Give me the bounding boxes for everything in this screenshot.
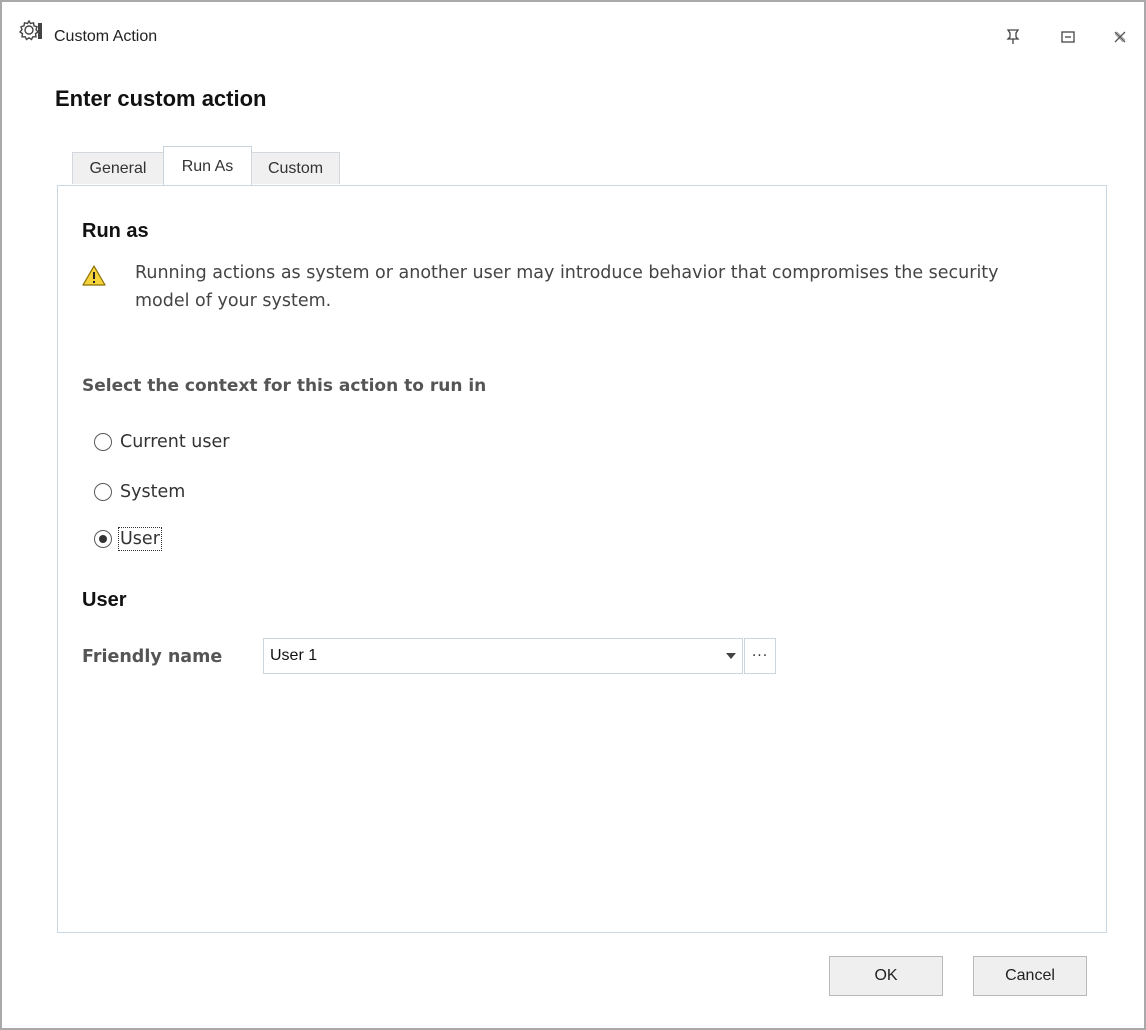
run-as-title: Run as [82,220,149,242]
browse-button[interactable]: ··· [744,638,776,674]
radio-system[interactable]: System [94,479,185,505]
radio-user[interactable]: User [94,526,162,552]
dialog-heading: Enter custom action [55,86,267,111]
warning-icon [82,265,106,286]
radio-label: User [118,527,162,551]
pin-icon [1006,29,1020,44]
tab-custom[interactable]: Custom [251,152,340,184]
friendly-name-value: User 1 [270,647,318,664]
user-title: User [82,589,127,611]
tab-run-as[interactable]: Run As [163,146,252,186]
custom-action-window: Custom Action Enter custom action Genera… [0,0,1146,1030]
close-icon [1114,31,1126,43]
radio-label: System [120,482,186,502]
context-label: Select the context for this action to ru… [82,376,487,396]
gear-icon [18,19,42,41]
tab-general[interactable]: General [72,152,164,184]
close-button[interactable] [1109,26,1131,48]
window-title: Custom Action [54,28,158,45]
radio-label: Current user [120,432,230,452]
radio-button[interactable] [94,483,112,501]
radio-button-selected[interactable] [94,530,112,548]
friendly-name-label: Friendly name [82,647,223,667]
friendly-name-combo[interactable]: User 1 [263,638,743,674]
cancel-button[interactable]: Cancel [973,956,1087,996]
radio-current-user[interactable]: Current user [94,429,229,455]
ok-button[interactable]: OK [829,956,943,996]
warning-message: Running actions as system or another use… [135,263,999,311]
maximize-icon [1061,31,1075,43]
title-bar: Custom Action [2,2,1144,72]
dropdown-button[interactable] [722,646,740,666]
radio-button[interactable] [94,433,112,451]
pin-button[interactable] [1002,26,1024,48]
radio-dot [99,535,107,543]
chevron-down-icon [726,653,736,659]
maximize-button[interactable] [1057,26,1079,48]
